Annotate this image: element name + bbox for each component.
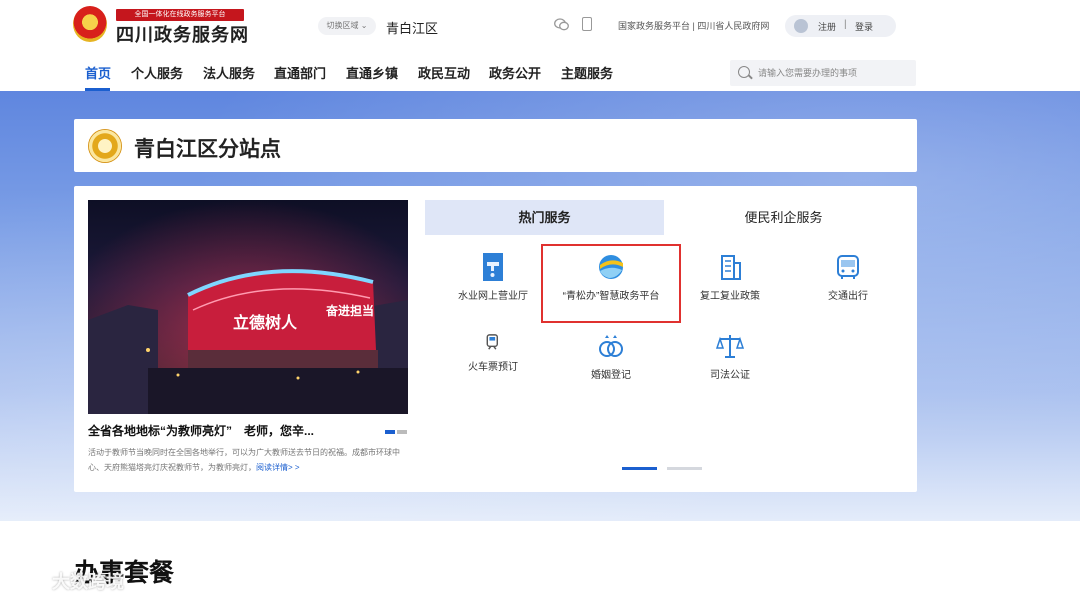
night-building-illustration: 立德树人 奋进担当 [88, 200, 408, 414]
wechat-icon[interactable] [554, 18, 569, 31]
service-label: 复工复业政策 [700, 291, 760, 302]
service-label: 交通出行 [828, 291, 868, 302]
service-water-hall[interactable]: 水业网上营业厅 [433, 253, 553, 303]
tab-hot-services[interactable]: 热门服务 [425, 200, 664, 235]
divider: | [844, 19, 847, 30]
watermark-text: 大数跨境 [52, 572, 124, 592]
photo-sign-left: 立德树人 [233, 313, 298, 332]
service-transport[interactable]: 交通出行 [788, 253, 908, 303]
site-header: 全国一体化在线政务服务平台 四川政务服务网 切换区域 ⌄ 青白江区 国家政务服务… [0, 0, 1080, 52]
mobile-app-icon[interactable] [582, 17, 592, 31]
login-register-box: 注册 | 登录 [785, 15, 896, 37]
user-avatar-icon [794, 19, 808, 33]
national-emblem-logo[interactable] [73, 6, 107, 42]
news-headline[interactable]: 全省各地地标“为教师亮灯” 老师，您辛... [88, 422, 314, 439]
pager-dot-2[interactable] [667, 467, 702, 470]
main-navigation: 首页 个人服务 法人服务 直通部门 直通乡镇 政民互动 政务公开 主题服务 [0, 52, 1080, 91]
highlight-box [541, 244, 681, 323]
main-content-card: 立德树人 奋进担当 全省各地地标“为教师亮灯” 老师，您辛... 活动于教师节当… [74, 186, 917, 492]
watermark-logo [10, 567, 48, 589]
carousel-dot-1[interactable] [385, 430, 395, 434]
water-tap-icon [483, 253, 503, 281]
news-summary: 活动于教师节当晚同时在全国各地举行，可以为广大教师送去节日的祝福。成都市环球中心… [88, 445, 410, 475]
nav-item-government-affairs[interactable]: 政务公开 [489, 63, 541, 82]
nav-item-personal-services[interactable]: 个人服务 [131, 63, 183, 82]
service-marriage-registration[interactable]: 婚姻登记 [551, 332, 671, 382]
service-label: 火车票预订 [468, 362, 518, 373]
register-link[interactable]: 注册 [818, 20, 836, 33]
service-label: 司法公证 [710, 370, 750, 381]
news-photo[interactable]: 立德树人 奋进担当 [88, 200, 408, 414]
service-resumption-policy[interactable]: 复工复业政策 [670, 253, 790, 303]
station-title: 青白江区分站点 [134, 138, 281, 161]
search-icon[interactable] [738, 66, 750, 78]
read-more-link[interactable]: 阅读详情> > [256, 463, 300, 472]
building-icon [721, 255, 741, 280]
government-links[interactable]: 国家政务服务平台 | 四川省人民政府网 [618, 19, 769, 32]
nav-item-legal-entity-services[interactable]: 法人服务 [203, 63, 255, 82]
station-logo-icon [88, 129, 122, 163]
train-icon [486, 334, 498, 350]
station-title-card: 青白江区分站点 [74, 119, 917, 172]
nav-item-departments[interactable]: 直通部门 [274, 63, 326, 82]
search-input[interactable] [758, 63, 908, 83]
tab-convenience-services[interactable]: 便民利企服务 [664, 200, 903, 235]
scales-icon [715, 335, 745, 358]
region-switch-button[interactable]: 切换区域 ⌄ [318, 17, 376, 35]
photo-sign-right: 奋进担当 [325, 303, 374, 318]
carousel-dot-2[interactable] [397, 430, 407, 434]
news-summary-text: 活动于教师节当晚同时在全国各地举行，可以为广大教师送去节日的祝福。成都市环球中心… [88, 448, 400, 472]
service-label: 婚姻登记 [591, 370, 631, 381]
current-region-label: 青白江区 [386, 21, 439, 36]
nav-item-home[interactable]: 首页 [85, 63, 111, 82]
service-judicial-notary[interactable]: 司法公证 [670, 332, 790, 382]
news-carousel-dots [383, 421, 407, 439]
search-box [730, 60, 916, 86]
rings-icon [599, 335, 623, 357]
bus-icon [837, 255, 859, 279]
nav-item-interaction[interactable]: 政民互动 [418, 63, 470, 82]
nav-item-townships[interactable]: 直通乡镇 [346, 63, 398, 82]
platform-slogan-badge: 全国一体化在线政务服务平台 [116, 9, 244, 21]
service-label: 水业网上营业厅 [458, 291, 528, 302]
service-train-tickets[interactable]: 火车票预订 [433, 332, 553, 374]
login-link[interactable]: 登录 [855, 20, 873, 33]
nav-item-theme-services[interactable]: 主题服务 [561, 63, 613, 82]
site-name[interactable]: 四川政务服务网 [116, 21, 249, 47]
pager-dot-1[interactable] [622, 467, 657, 470]
